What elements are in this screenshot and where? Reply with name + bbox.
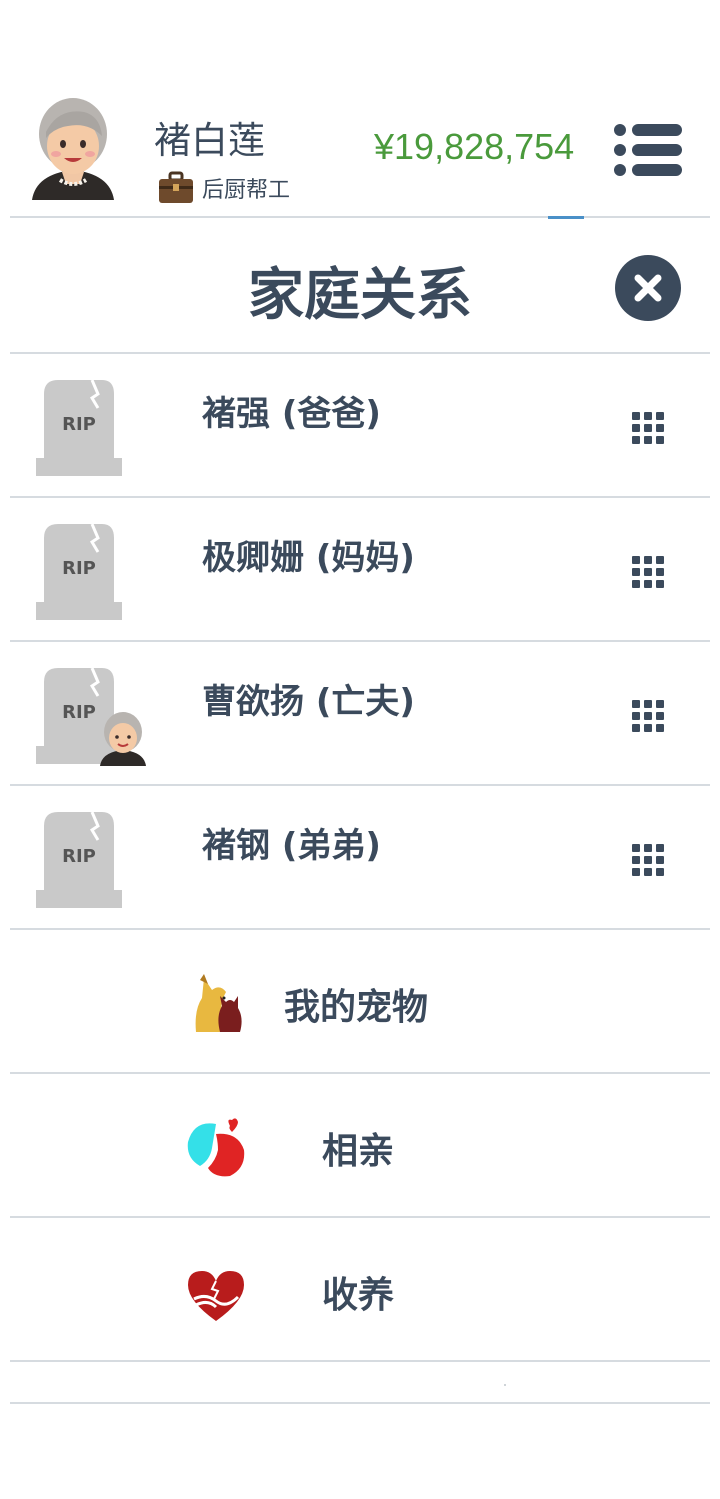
tombstone-rip-icon: RIP <box>36 523 122 620</box>
grid-menu-icon[interactable] <box>630 698 666 734</box>
feature-row-dating[interactable]: 相亲 <box>10 1074 710 1216</box>
pets-icon <box>195 974 242 1032</box>
speck <box>504 1384 506 1386</box>
svg-text:RIP: RIP <box>62 558 96 579</box>
grid-menu-icon[interactable] <box>630 410 666 446</box>
modal-title: 家庭关系 <box>248 263 472 328</box>
relative-label: 褚钢 (弟弟) <box>202 826 381 866</box>
elderly-avatar-icon <box>100 712 146 766</box>
relative-label: 曹欲扬 (亡夫) <box>202 682 415 722</box>
feature-label: 相亲 <box>322 1131 395 1172</box>
divider <box>10 1402 710 1404</box>
elderly-woman-avatar-icon[interactable] <box>28 92 118 204</box>
adoption-heart-icon <box>188 1271 244 1321</box>
job-info: 后厨帮工 <box>158 170 290 206</box>
svg-text:RIP: RIP <box>62 702 96 723</box>
grid-menu-icon[interactable] <box>630 554 666 590</box>
relative-row[interactable]: RIP 褚钢 (弟弟) <box>10 786 710 928</box>
job-label: 后厨帮工 <box>202 178 291 203</box>
dating-icon <box>187 1118 245 1177</box>
relative-row[interactable]: RIP 极卿姗 (妈妈) <box>10 498 710 640</box>
feature-label: 我的宠物 <box>284 987 429 1028</box>
relative-row[interactable]: RIP 褚强 (爸爸) <box>10 354 710 496</box>
feature-label: 收养 <box>322 1275 395 1316</box>
svg-text:RIP: RIP <box>62 846 96 867</box>
app-header: 褚白莲 后厨帮工 ¥19,828,754 <box>0 0 720 219</box>
user-name: 褚白莲 <box>154 119 265 162</box>
relative-row[interactable]: RIP 曹欲扬 (亡夫) <box>10 642 710 784</box>
relative-label: 褚强 (爸爸) <box>202 394 381 434</box>
header-divider <box>10 216 710 218</box>
feature-row-pets[interactable]: 我的宠物 <box>10 930 710 1072</box>
tombstone-rip-icon: RIP <box>36 379 122 476</box>
grid-menu-icon[interactable] <box>630 842 666 878</box>
tombstone-rip-icon: RIP <box>36 811 122 908</box>
close-icon[interactable] <box>614 254 682 322</box>
feature-row-adoption[interactable]: 收养 <box>10 1218 710 1360</box>
money-balance: ¥19,828,754 <box>374 126 575 167</box>
list-menu-icon[interactable] <box>612 122 684 178</box>
briefcase-icon <box>159 171 193 203</box>
divider <box>10 1360 710 1362</box>
relative-label: 极卿姗 (妈妈) <box>202 538 415 578</box>
header-scroll-indicator <box>548 216 584 219</box>
svg-text:RIP: RIP <box>62 414 96 435</box>
